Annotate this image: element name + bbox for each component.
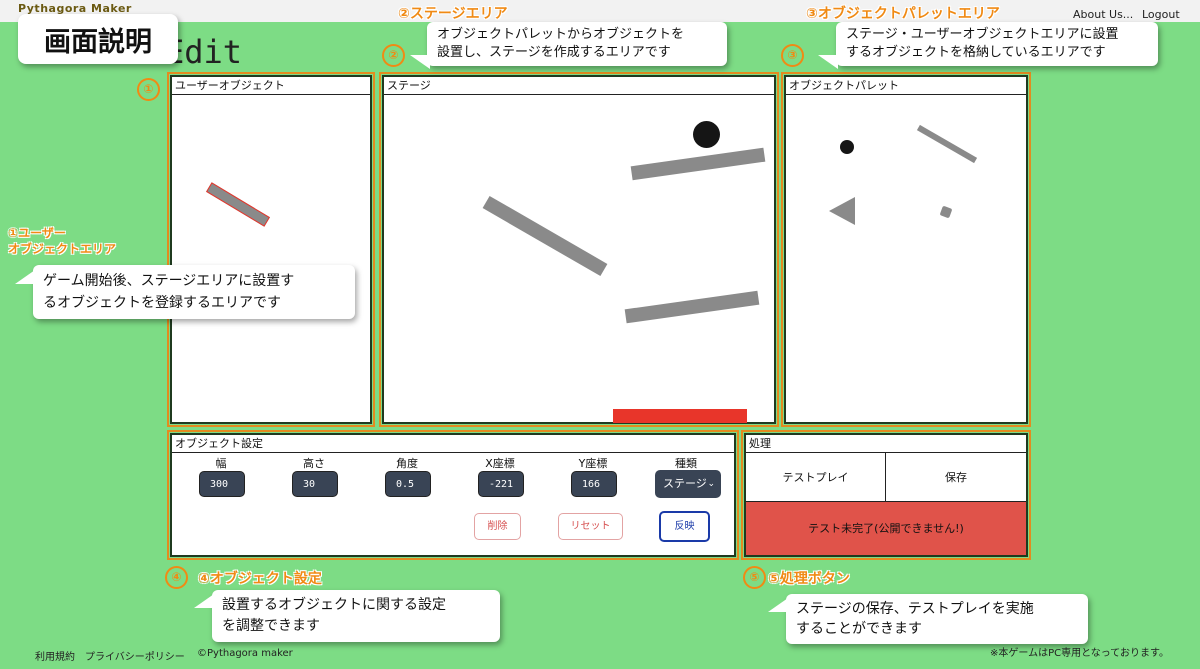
pc-only-notice: ※本ゲームはPC専用となっております。: [990, 648, 1169, 659]
top-bar: [0, 0, 1200, 22]
stage-bar-slanted[interactable]: [482, 195, 608, 277]
palette-panel: オブジェクトパレット: [781, 72, 1031, 427]
process-area-annotation: ⑤処理ボタン: [768, 571, 850, 587]
process-callout-line2: することができます: [796, 621, 922, 637]
user-object-header: ユーザーオブジェクト: [172, 77, 370, 95]
type-select[interactable]: ステージ ⌄: [655, 470, 721, 498]
x-coord-input[interactable]: -221: [478, 471, 524, 497]
type-label: 種類: [675, 457, 697, 470]
palette-pentagon[interactable]: [939, 205, 953, 219]
stage-panel: ステージ: [379, 72, 779, 427]
settings-panel: オブジェクト設定 幅 300 高さ 30 角度 0.5 X座標 -221 Y座標…: [167, 430, 739, 560]
y-coord-label: Y座標: [578, 457, 608, 470]
height-label: 高さ: [303, 457, 325, 470]
palette-callout-line2: するオブジェクトを格納しているエリアです: [846, 45, 1106, 60]
user-callout: ゲーム開始後、ステージエリアに設置す るオブジェクトを登録するエリアです: [33, 265, 355, 319]
user-area-annotation-line2: オブジェクトエリア: [8, 242, 117, 256]
type-select-value: ステージ: [663, 477, 707, 490]
save-button[interactable]: 保存: [886, 453, 1026, 502]
user-callout-line2: るオブジェクトを登録するエリアです: [43, 295, 281, 311]
number-2-marker: ②: [382, 44, 405, 67]
stage-area-annotation: ②ステージエリア: [398, 6, 508, 22]
settings-callout: 設置するオブジェクトに関する設定 を調整できます: [212, 590, 500, 642]
number-5-marker: ⑤: [743, 566, 766, 589]
settings-callout-line2: を調整できます: [222, 618, 320, 634]
process-callout-line1: ステージの保存、テストプレイを実施: [796, 601, 1034, 617]
process-panel: 処理 テストプレイ 保存 テスト未完了(公開できません!): [741, 430, 1031, 560]
x-coord-label: X座標: [485, 457, 515, 470]
user-callout-line1: ゲーム開始後、ステージエリアに設置す: [43, 273, 295, 289]
stage-callout-line2: 設置し、ステージを作成するエリアです: [437, 45, 671, 60]
number-3-marker: ③: [781, 44, 804, 67]
about-link[interactable]: About Us...: [1073, 8, 1133, 21]
number-1-marker: ①: [137, 78, 160, 101]
number-4-marker: ④: [165, 566, 188, 589]
stage-goal[interactable]: [613, 409, 747, 423]
palette-area-annotation: ③オブジェクトパレットエリア: [806, 6, 1000, 22]
width-label: 幅: [215, 457, 227, 470]
stage-bar-upper[interactable]: [630, 147, 766, 181]
settings-callout-line1: 設置するオブジェクトに関する設定: [222, 597, 446, 613]
angle-input[interactable]: 0.5: [385, 471, 431, 497]
palette-bar[interactable]: [916, 124, 978, 164]
reset-button[interactable]: リセット: [558, 513, 623, 540]
stage-ball[interactable]: [693, 121, 720, 148]
stage-callout: オブジェクトパレットからオブジェクトを 設置し、ステージを作成するエリアです: [427, 22, 727, 66]
user-area-annotation-line1: ①ユーザー: [8, 226, 66, 240]
user-object-panel: ユーザーオブジェクト: [167, 72, 375, 427]
user-object-bar[interactable]: [206, 182, 270, 227]
height-input[interactable]: 30: [292, 471, 338, 497]
settings-callout-tail: [194, 594, 214, 608]
terms-link[interactable]: 利用規約: [35, 648, 75, 663]
palette-ball[interactable]: [840, 140, 854, 154]
process-callout-tail: [768, 598, 788, 612]
stage-callout-line1: オブジェクトパレットからオブジェクトを: [437, 27, 685, 42]
process-header: 処理: [746, 435, 1026, 453]
palette-triangle[interactable]: [829, 197, 855, 225]
stage-header: ステージ: [384, 77, 774, 95]
palette-callout-line1: ステージ・ユーザーオブジェクトエリアに設置: [846, 27, 1119, 42]
angle-label: 角度: [396, 457, 418, 470]
y-coord-input[interactable]: 166: [571, 471, 617, 497]
testplay-button[interactable]: テストプレイ: [746, 453, 886, 502]
width-input[interactable]: 300: [199, 471, 245, 497]
user-callout-tail: [15, 270, 35, 284]
apply-button[interactable]: 反映: [659, 511, 710, 542]
copyright-text: ©Pythagora maker: [197, 648, 293, 659]
stage-callout-tail: [410, 55, 430, 69]
privacy-link[interactable]: プライバシーポリシー: [85, 648, 185, 663]
process-callout: ステージの保存、テストプレイを実施 することができます: [786, 594, 1088, 644]
chevron-down-icon: ⌄: [707, 479, 715, 489]
screen-description-label: 画面説明: [18, 14, 178, 64]
settings-area-annotation: ④オブジェクト設定: [198, 571, 322, 587]
test-status-banner: テスト未完了(公開できません!): [746, 502, 1026, 555]
logout-link[interactable]: Logout: [1142, 8, 1180, 21]
settings-header: オブジェクト設定: [172, 435, 734, 453]
delete-button[interactable]: 削除: [474, 513, 521, 540]
palette-callout-tail: [818, 55, 838, 69]
palette-header: オブジェクトパレット: [786, 77, 1026, 95]
stage-bar-lower[interactable]: [624, 290, 760, 324]
palette-callout: ステージ・ユーザーオブジェクトエリアに設置 するオブジェクトを格納しているエリア…: [836, 22, 1158, 66]
